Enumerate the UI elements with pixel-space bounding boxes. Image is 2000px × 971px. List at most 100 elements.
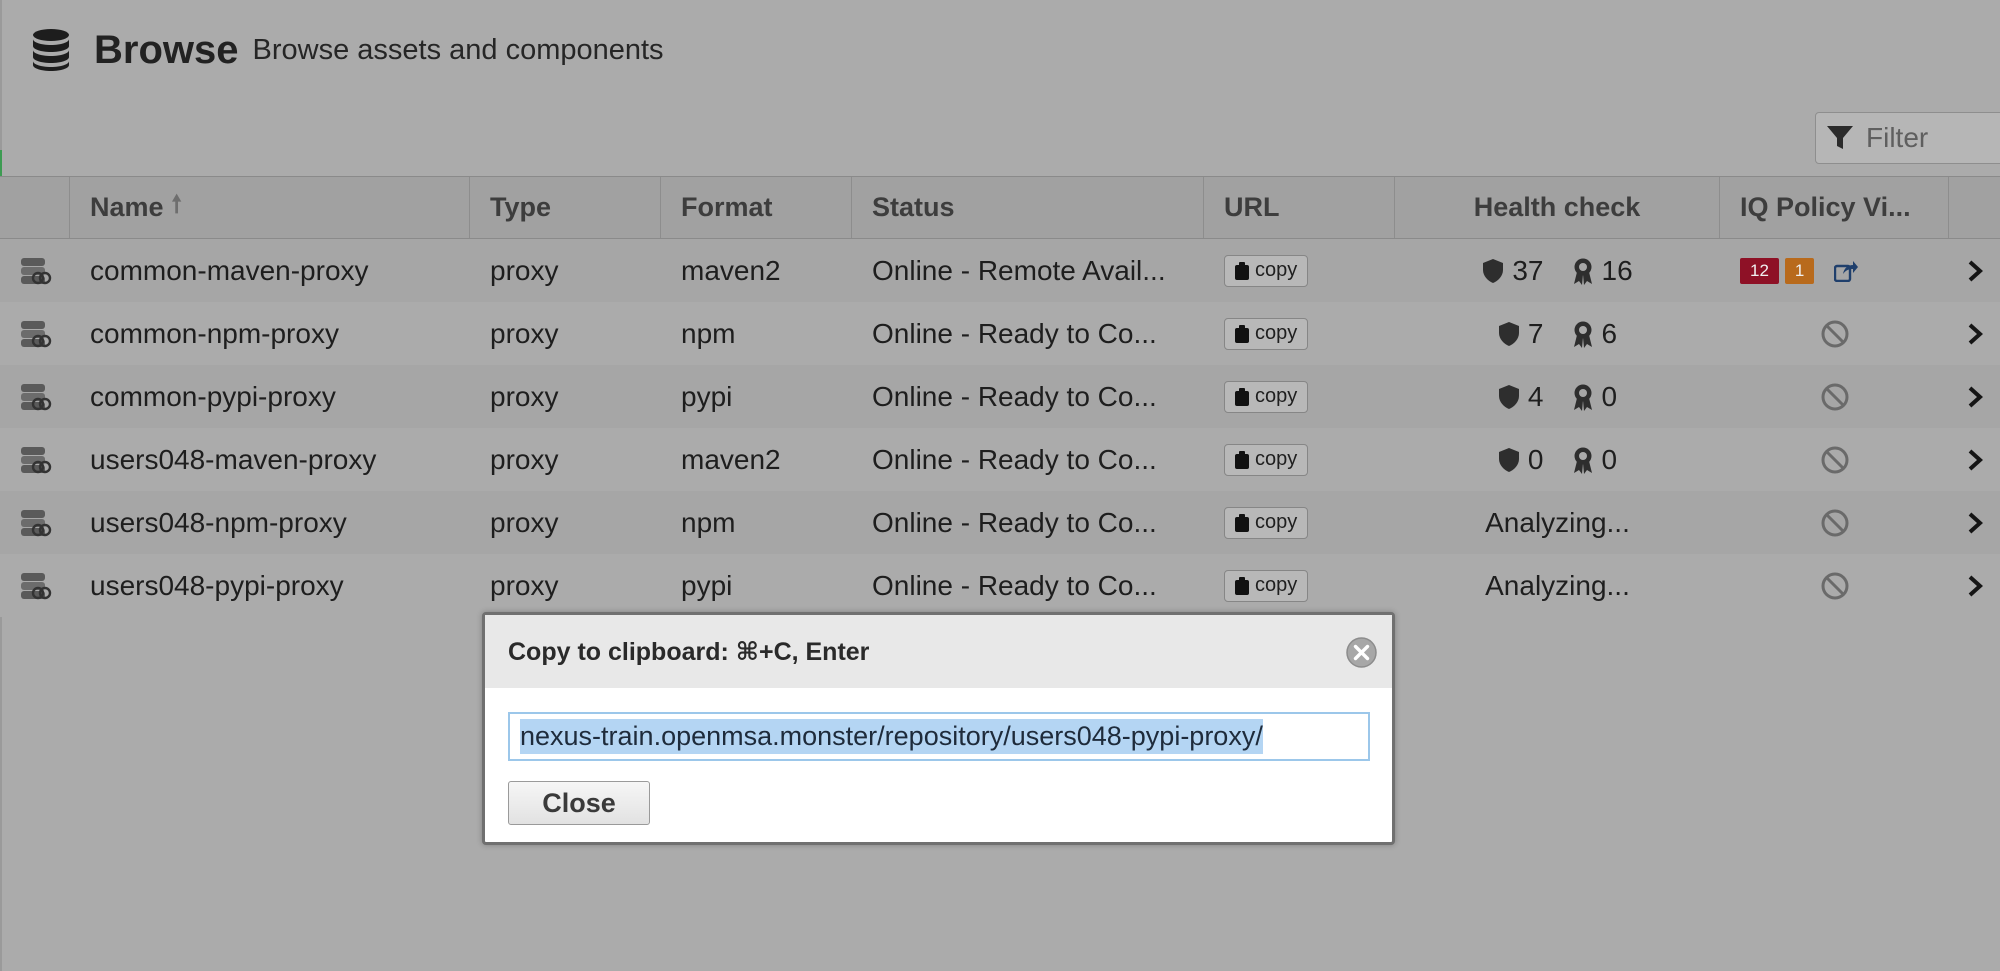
repository-format: pypi: [681, 380, 733, 412]
clipboard-icon: [1235, 261, 1249, 280]
security-count: 4: [1527, 380, 1544, 412]
copy-url-button[interactable]: copy: [1224, 380, 1309, 413]
repository-type: proxy: [490, 254, 559, 286]
chevron-right-icon[interactable]: [1967, 260, 1983, 282]
repository-name: common-maven-proxy: [90, 254, 369, 286]
not-available-icon: [1821, 320, 1848, 347]
chevron-right-icon[interactable]: [1967, 386, 1983, 408]
copy-label: copy: [1255, 448, 1298, 470]
repository-format: pypi: [681, 569, 733, 601]
close-button[interactable]: Close: [508, 781, 650, 825]
shield-icon: [1498, 384, 1519, 409]
repository-name: users048-maven-proxy: [90, 443, 377, 475]
column-header-name-label: Name: [90, 192, 164, 222]
copy-label: copy: [1255, 574, 1298, 596]
clipboard-icon: [1235, 513, 1249, 532]
column-header-navigate: [1949, 177, 2000, 238]
health-check-summary[interactable]: 7 6: [1498, 318, 1617, 350]
url-text-field[interactable]: nexus-train.openmsa.monster/repository/u…: [508, 712, 1370, 761]
copy-to-clipboard-dialog: Copy to clipboard: ⌘+C, Enter nexus-trai…: [482, 612, 1395, 845]
column-header-health-check[interactable]: Health check: [1395, 177, 1720, 238]
repository-grid: Name 🠕 Type Format Status URL Health che…: [0, 176, 2000, 617]
shield-icon: [1483, 258, 1504, 283]
filter-input[interactable]: Filter: [1815, 112, 2000, 164]
security-count: 0: [1527, 443, 1544, 475]
chevron-right-icon[interactable]: [1967, 575, 1983, 597]
column-header-format[interactable]: Format: [661, 177, 852, 238]
table-row[interactable]: common-pypi-proxy proxy pypi Online - Re…: [0, 365, 2000, 428]
shield-icon: [1498, 321, 1519, 346]
table-row[interactable]: users048-npm-proxy proxy npm Online - Re…: [0, 491, 2000, 554]
proxy-repository-icon: [21, 446, 52, 473]
copy-label: copy: [1255, 385, 1298, 407]
shield-icon: [1498, 447, 1519, 472]
external-link-icon[interactable]: [1834, 260, 1859, 282]
dialog-header: Copy to clipboard: ⌘+C, Enter: [485, 615, 1392, 688]
repository-name: users048-npm-proxy: [90, 506, 347, 538]
repository-name: common-pypi-proxy: [90, 380, 336, 412]
page-title: Browse: [94, 27, 239, 72]
copy-url-button[interactable]: copy: [1224, 506, 1309, 539]
copy-url-button[interactable]: copy: [1224, 317, 1309, 350]
close-icon[interactable]: [1345, 636, 1378, 669]
award-icon: [1573, 321, 1592, 348]
column-header-icon: [0, 177, 70, 238]
copy-url-button[interactable]: copy: [1224, 254, 1309, 287]
filter-placeholder: Filter: [1866, 122, 1929, 153]
repository-type: proxy: [490, 443, 559, 475]
health-check-summary[interactable]: 37 16: [1482, 254, 1633, 287]
health-check-status: Analyzing...: [1485, 569, 1630, 601]
page-header: Browse Browse assets and components: [28, 22, 664, 78]
repository-status: Online - Ready to Co...: [872, 443, 1157, 475]
clipboard-icon: [1235, 450, 1249, 469]
repository-name: users048-pypi-proxy: [90, 569, 344, 601]
iq-severe-count: 1: [1784, 257, 1815, 284]
table-row[interactable]: common-npm-proxy proxy npm Online - Read…: [0, 302, 2000, 365]
column-header-iq-policy[interactable]: IQ Policy Vi...: [1720, 177, 1949, 238]
award-icon: [1573, 258, 1592, 285]
repository-status: Online - Remote Avail...: [872, 254, 1166, 286]
repository-type: proxy: [490, 569, 559, 601]
license-count: 0: [1601, 380, 1618, 412]
table-row[interactable]: users048-maven-proxy proxy maven2 Online…: [0, 428, 2000, 491]
proxy-repository-icon: [21, 383, 52, 410]
clipboard-icon: [1235, 324, 1249, 343]
iq-policy-violations[interactable]: 12 1: [1740, 257, 1859, 284]
security-count: 37: [1512, 254, 1544, 286]
repository-type: proxy: [490, 506, 559, 538]
health-check-summary[interactable]: 4 0: [1498, 381, 1617, 413]
column-header-type[interactable]: Type: [470, 177, 661, 238]
table-row[interactable]: common-maven-proxy proxy maven2 Online -…: [0, 239, 2000, 302]
license-count: 0: [1601, 443, 1618, 475]
repository-format: npm: [681, 317, 736, 349]
table-row[interactable]: users048-pypi-proxy proxy pypi Online - …: [0, 554, 2000, 617]
column-header-url[interactable]: URL: [1204, 177, 1395, 238]
column-header-name[interactable]: Name 🠕: [70, 177, 470, 238]
award-icon: [1573, 384, 1592, 411]
health-check-summary[interactable]: 0 0: [1498, 444, 1617, 476]
repository-type: proxy: [490, 380, 559, 412]
license-count: 16: [1601, 254, 1633, 286]
column-header-status[interactable]: Status: [852, 177, 1204, 238]
copy-url-button[interactable]: copy: [1224, 569, 1309, 602]
chevron-right-icon[interactable]: [1967, 323, 1983, 345]
copy-url-button[interactable]: copy: [1224, 443, 1309, 476]
dialog-title: Copy to clipboard: ⌘+C, Enter: [508, 637, 870, 666]
repository-status: Online - Ready to Co...: [872, 380, 1157, 412]
chevron-right-icon[interactable]: [1967, 512, 1983, 534]
proxy-repository-icon: [21, 509, 52, 536]
chevron-right-icon[interactable]: [1967, 449, 1983, 471]
proxy-repository-icon: [21, 320, 52, 347]
proxy-repository-icon: [21, 257, 52, 284]
repository-name: common-npm-proxy: [90, 317, 339, 349]
copy-label: copy: [1255, 322, 1298, 344]
not-available-icon: [1821, 446, 1848, 473]
repository-status: Online - Ready to Co...: [872, 569, 1157, 601]
copy-label: copy: [1255, 511, 1298, 533]
page-subtitle: Browse assets and components: [252, 33, 664, 66]
grid-body: common-maven-proxy proxy maven2 Online -…: [0, 239, 2000, 617]
repository-status: Online - Ready to Co...: [872, 317, 1157, 349]
sort-ascending-icon: 🠕: [171, 191, 182, 218]
clipboard-icon: [1235, 387, 1249, 406]
database-icon: [33, 29, 69, 71]
